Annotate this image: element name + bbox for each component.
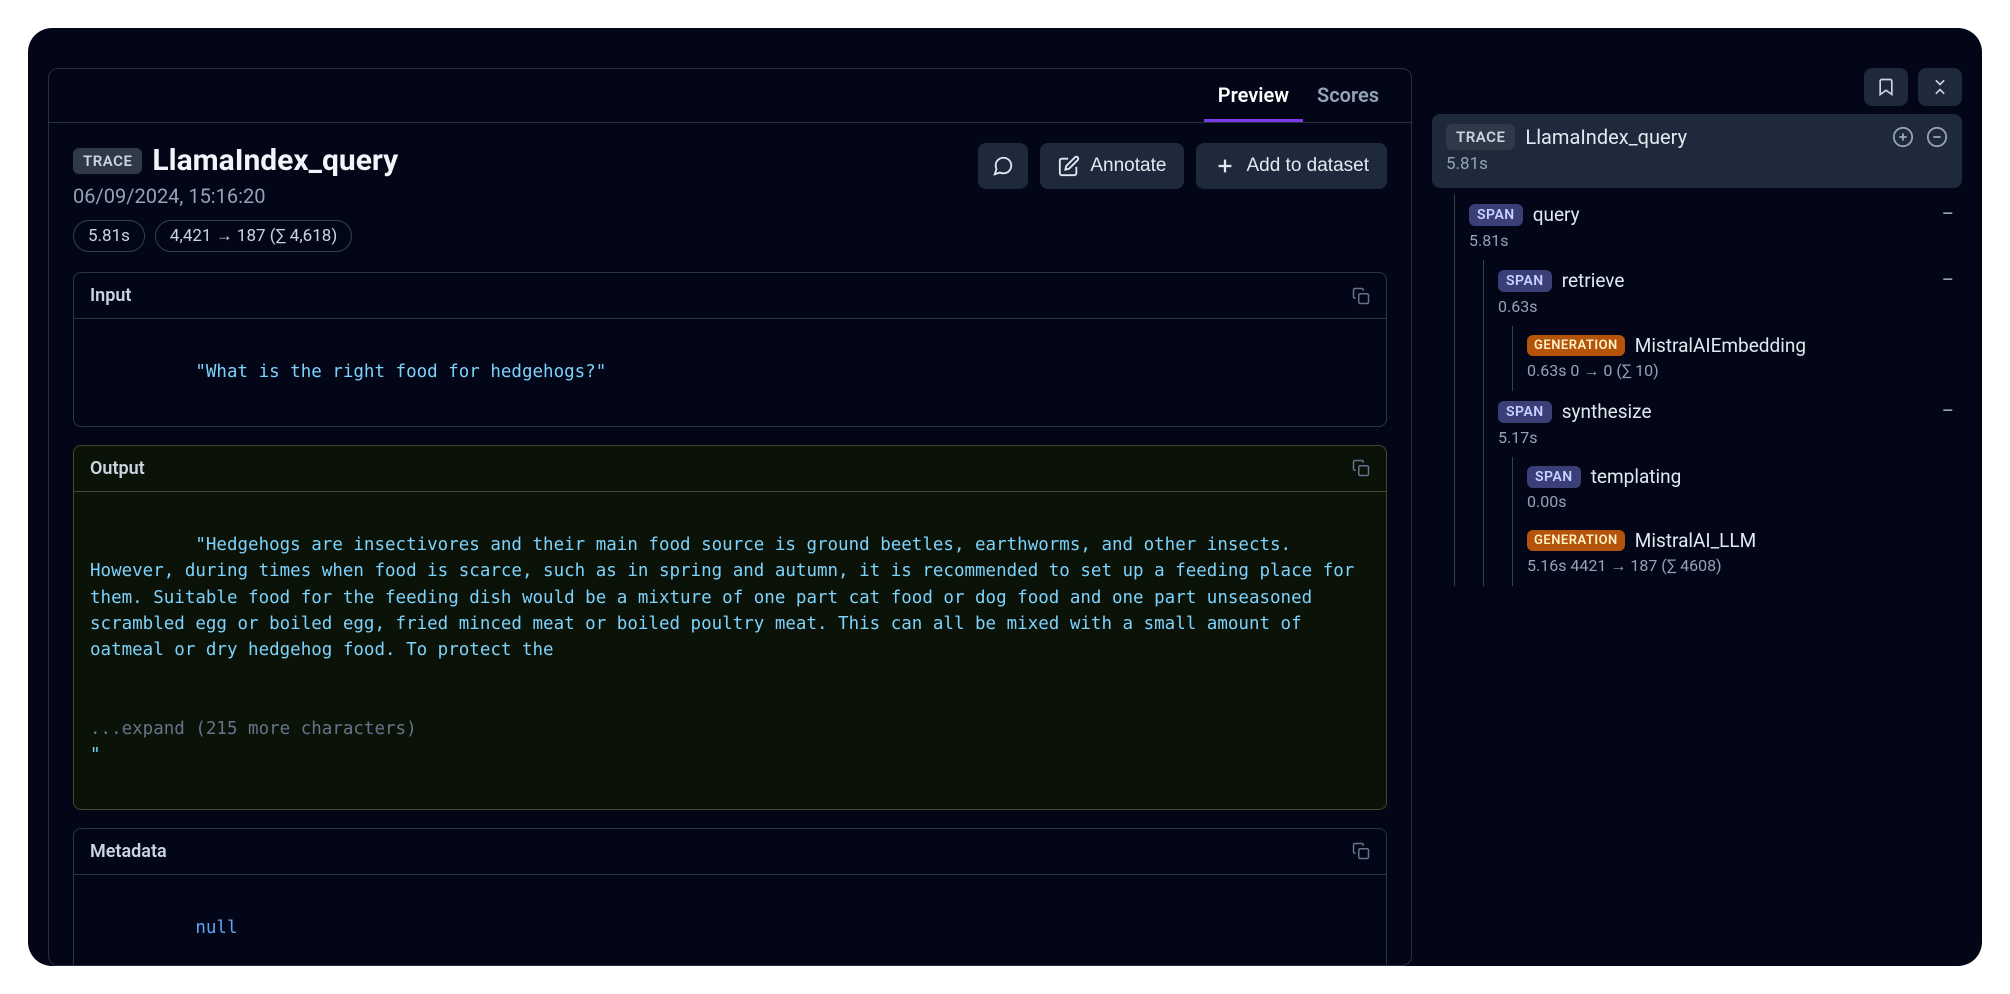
tab-scores[interactable]: Scores bbox=[1303, 69, 1393, 122]
tree-retrieve-name: retrieve bbox=[1562, 269, 1625, 292]
tree-item-retrieve[interactable]: SPAN retrieve − 0.63s bbox=[1490, 260, 1962, 326]
content: Input "What is the right food for hedgeh… bbox=[49, 252, 1411, 965]
metadata-value: null bbox=[195, 918, 237, 938]
trace-tree: TRACE LlamaIndex_query 5.81s SPAN qu bbox=[1432, 114, 1962, 586]
output-trailing: " bbox=[90, 745, 101, 765]
output-card: Output "Hedgehogs are insectivores and t… bbox=[73, 445, 1387, 810]
tree-root-name: LlamaIndex_query bbox=[1525, 125, 1687, 149]
tree-llm-meta: 5.16s 4421 → 187 (∑ 4608) bbox=[1527, 556, 1954, 576]
output-label: Output bbox=[90, 458, 145, 479]
tree-query-name: query bbox=[1533, 203, 1580, 226]
tree-retrieve-meta: 0.63s bbox=[1498, 297, 1954, 316]
span-badge: SPAN bbox=[1469, 204, 1523, 226]
span-badge: SPAN bbox=[1527, 466, 1581, 488]
actions: Annotate Add to dataset bbox=[978, 143, 1387, 189]
tree-embedding-meta: 0.63s 0 → 0 (∑ 10) bbox=[1527, 361, 1954, 381]
app-container: Preview Scores TRACE LlamaIndex_query 06… bbox=[28, 28, 1982, 966]
input-card: Input "What is the right food for hedgeh… bbox=[73, 272, 1387, 427]
metadata-card: Metadata null bbox=[73, 828, 1387, 966]
tree-item-query[interactable]: SPAN query − 5.81s bbox=[1461, 194, 1962, 260]
tree-templating-name: templating bbox=[1591, 465, 1682, 488]
span-badge: SPAN bbox=[1498, 270, 1552, 292]
trace-badge: TRACE bbox=[1446, 124, 1515, 150]
tree-item-llm[interactable]: GENERATION MistralAI_LLM 5.16s 4421 → 18… bbox=[1519, 521, 1962, 586]
tab-preview[interactable]: Preview bbox=[1204, 69, 1303, 122]
tree-llm-name: MistralAI_LLM bbox=[1635, 529, 1756, 552]
minus-circle-icon[interactable] bbox=[1926, 126, 1948, 148]
annotate-label: Annotate bbox=[1090, 155, 1166, 177]
main-panel: Preview Scores TRACE LlamaIndex_query 06… bbox=[48, 68, 1412, 966]
plus-circle-icon[interactable] bbox=[1892, 126, 1914, 148]
tree-query-meta: 5.81s bbox=[1469, 231, 1954, 250]
bookmark-icon bbox=[1876, 77, 1896, 97]
comment-button[interactable] bbox=[978, 143, 1028, 189]
tokens-pill: 4,421 → 187 (∑ 4,618) bbox=[155, 220, 352, 252]
title-block: TRACE LlamaIndex_query 06/09/2024, 15:16… bbox=[73, 143, 398, 252]
timestamp: 06/09/2024, 15:16:20 bbox=[73, 184, 398, 208]
tree-embedding-name: MistralAIEmbedding bbox=[1635, 334, 1806, 357]
tree-templating-meta: 0.00s bbox=[1527, 492, 1954, 511]
input-label: Input bbox=[90, 285, 131, 306]
tree-synthesize-meta: 5.17s bbox=[1498, 428, 1954, 447]
header: TRACE LlamaIndex_query 06/09/2024, 15:16… bbox=[49, 123, 1411, 252]
comment-icon bbox=[992, 155, 1014, 177]
duration-pill: 5.81s bbox=[73, 220, 145, 252]
annotate-button[interactable]: Annotate bbox=[1040, 143, 1184, 189]
collapse-toggle[interactable]: − bbox=[1941, 202, 1954, 227]
generation-badge: GENERATION bbox=[1527, 530, 1625, 551]
page-title: LlamaIndex_query bbox=[152, 143, 398, 178]
sidebar: TRACE LlamaIndex_query 5.81s SPAN qu bbox=[1432, 68, 1962, 966]
tree-root[interactable]: TRACE LlamaIndex_query 5.81s bbox=[1432, 114, 1962, 188]
generation-badge: GENERATION bbox=[1527, 335, 1625, 356]
copy-icon[interactable] bbox=[1352, 842, 1370, 860]
tree-item-embedding[interactable]: GENERATION MistralAIEmbedding 0.63s 0 → … bbox=[1519, 326, 1962, 391]
add-to-dataset-label: Add to dataset bbox=[1246, 155, 1369, 177]
tree-root-meta: 5.81s bbox=[1446, 154, 1948, 174]
bookmark-button[interactable] bbox=[1864, 68, 1908, 106]
trace-badge: TRACE bbox=[73, 148, 142, 174]
input-value: "What is the right food for hedgehogs?" bbox=[195, 362, 606, 382]
stat-pills: 5.81s 4,421 → 187 (∑ 4,618) bbox=[73, 220, 398, 252]
metadata-label: Metadata bbox=[90, 841, 167, 862]
tree-synthesize-name: synthesize bbox=[1562, 400, 1652, 423]
collapse-all-button[interactable] bbox=[1918, 68, 1962, 106]
plus-icon bbox=[1214, 155, 1236, 177]
output-value: "Hedgehogs are insectivores and their ma… bbox=[90, 535, 1365, 660]
tree-item-synthesize[interactable]: SPAN synthesize − 5.17s bbox=[1490, 391, 1962, 457]
tree-item-templating[interactable]: SPAN templating 0.00s bbox=[1519, 457, 1962, 521]
tabs: Preview Scores bbox=[49, 69, 1411, 123]
copy-icon[interactable] bbox=[1352, 459, 1370, 477]
copy-icon[interactable] bbox=[1352, 287, 1370, 305]
edit-icon bbox=[1058, 155, 1080, 177]
collapse-icon bbox=[1930, 77, 1950, 97]
collapse-toggle[interactable]: − bbox=[1941, 399, 1954, 424]
span-badge: SPAN bbox=[1498, 401, 1552, 423]
add-to-dataset-button[interactable]: Add to dataset bbox=[1196, 143, 1387, 189]
expand-link[interactable]: ...expand (215 more characters) bbox=[90, 719, 417, 739]
collapse-toggle[interactable]: − bbox=[1941, 268, 1954, 293]
